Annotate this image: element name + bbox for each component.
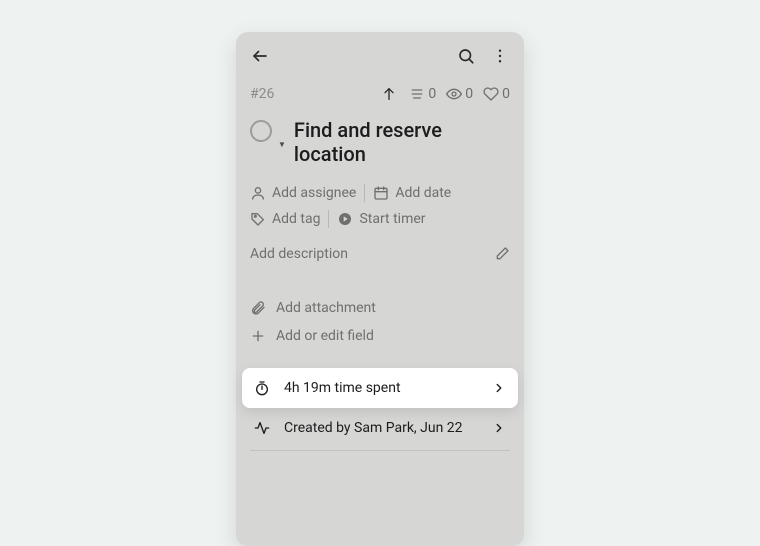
eye-icon: [446, 86, 462, 102]
meta-row: #26 0 0 0: [250, 84, 510, 104]
play-circle-icon: [337, 211, 353, 227]
add-tag-label: Add tag: [272, 211, 320, 227]
time-spent-card[interactable]: 4h 19m time spent: [242, 368, 518, 408]
watchers-count[interactable]: 0: [446, 86, 473, 102]
comments-value: 0: [428, 86, 436, 102]
divider: [364, 184, 365, 202]
add-attachment-button[interactable]: Add attachment: [250, 300, 510, 316]
move-up-icon[interactable]: [379, 84, 399, 104]
stopwatch-icon: [254, 380, 270, 396]
add-assignee-label: Add assignee: [272, 185, 356, 201]
task-title[interactable]: Find and reserve location: [294, 118, 510, 166]
add-date-label: Add date: [395, 185, 451, 201]
title-row: ▼ Find and reserve location: [250, 118, 510, 166]
task-id: #26: [250, 86, 274, 102]
person-icon: [250, 185, 266, 201]
chevron-right-icon: [492, 421, 506, 435]
add-assignee-button[interactable]: Add assignee: [250, 184, 356, 202]
back-arrow-icon[interactable]: [250, 46, 270, 66]
links: Add attachment Add or edit field: [250, 300, 510, 344]
add-date-button[interactable]: Add date: [373, 184, 451, 202]
created-by-label: Created by Sam Park, Jun 22: [284, 420, 463, 436]
divider: [328, 210, 329, 228]
paperclip-icon: [250, 300, 266, 316]
meta-counts: 0 0 0: [379, 84, 510, 104]
start-timer-button[interactable]: Start timer: [337, 210, 425, 228]
chevron-right-icon: [492, 381, 506, 395]
description-row[interactable]: Add description: [250, 246, 510, 262]
likes-count[interactable]: 0: [483, 86, 510, 102]
secondary-actions: Add tag Start timer: [250, 210, 510, 228]
add-tag-button[interactable]: Add tag: [250, 210, 320, 228]
activity-icon: [254, 420, 270, 436]
tag-icon: [250, 211, 266, 227]
calendar-icon: [373, 185, 389, 201]
heart-icon: [483, 86, 499, 102]
start-timer-label: Start timer: [359, 211, 425, 227]
comments-count[interactable]: 0: [409, 86, 436, 102]
add-field-label: Add or edit field: [276, 328, 374, 344]
created-by-row[interactable]: Created by Sam Park, Jun 22: [250, 420, 510, 451]
task-panel: #26 0 0 0 ▼ Find and reserve location: [236, 32, 524, 546]
search-icon[interactable]: [456, 46, 476, 66]
add-description-label: Add description: [250, 246, 348, 262]
time-spent-label: 4h 19m time spent: [284, 380, 401, 396]
add-field-button[interactable]: Add or edit field: [250, 328, 510, 344]
plus-icon: [250, 328, 266, 344]
status-dropdown-caret-icon[interactable]: ▼: [278, 140, 286, 149]
top-actions: [456, 46, 510, 66]
more-vertical-icon[interactable]: [490, 46, 510, 66]
pencil-icon[interactable]: [494, 246, 510, 262]
primary-actions: Add assignee Add date: [250, 184, 510, 202]
watchers-value: 0: [465, 86, 473, 102]
list-icon: [409, 86, 425, 102]
likes-value: 0: [502, 86, 510, 102]
add-attachment-label: Add attachment: [276, 300, 376, 316]
topbar: [250, 46, 510, 66]
status-circle[interactable]: [250, 120, 272, 142]
